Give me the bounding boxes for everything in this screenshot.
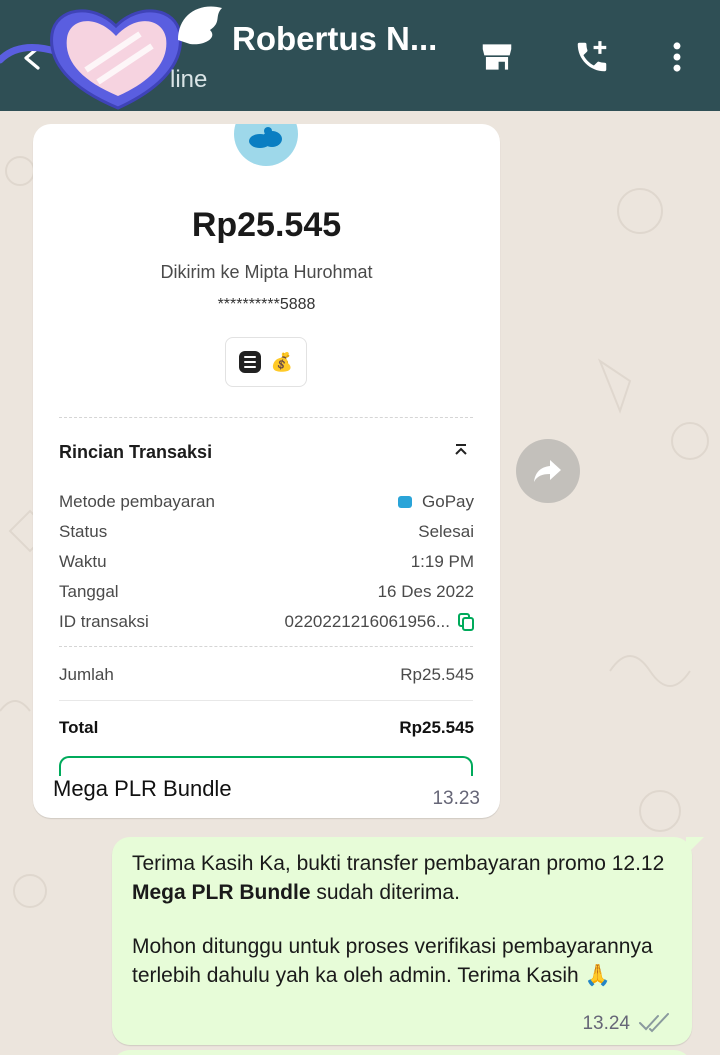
chat-header: Robertus N... line — [0, 0, 720, 111]
contact-status: line — [170, 66, 208, 93]
receipt-amount: Rp25.545 — [191, 206, 342, 244]
incoming-image-message[interactable]: Rp25.545 Dikirim ke Mipta Hurohmat *****… — [33, 124, 500, 818]
heart-sticker-icon — [0, 6, 222, 110]
forward-button[interactable] — [516, 439, 580, 503]
money-bag-icon: 💰 — [270, 352, 294, 372]
receipt-note-chip: 💰 — [225, 337, 307, 387]
forward-arrow-icon — [534, 460, 561, 482]
total-label: Total — [59, 718, 99, 737]
collapse-up-icon — [453, 442, 469, 460]
wallet-icon — [398, 496, 413, 508]
message-bold-text: Mega PLR Bundle — [132, 881, 311, 904]
image-caption: Mega PLR Bundle — [53, 776, 232, 801]
receipt-recipient: Dikirim ke Mipta Hurohmat — [160, 262, 373, 282]
message-paragraph-2: Mohon ditunggu untuk proses verifikasi p… — [132, 935, 653, 987]
row-value-payment-method: GoPay — [398, 492, 474, 512]
divider — [59, 646, 473, 647]
transaction-id-text: 0220221216061956... — [284, 612, 450, 631]
transaction-details-title: Rincian Transaksi — [59, 442, 213, 462]
message-text: Terima Kasih Ka, bukti transfer pembayar… — [132, 852, 665, 875]
row-label-payment-method: Metode pembayaran — [59, 492, 215, 511]
payment-method-text: GoPay — [422, 492, 474, 511]
row-value-amount: Rp25.545 — [400, 665, 474, 684]
more-vert-icon[interactable] — [656, 36, 698, 78]
receipt-button-edge — [59, 756, 473, 776]
note-icon — [238, 351, 261, 373]
copy-icon — [458, 613, 474, 631]
row-label-date: Tanggal — [59, 582, 119, 601]
incoming-timestamp: 13.23 — [432, 788, 480, 809]
add-call-icon[interactable] — [571, 36, 613, 78]
message-paragraph-1: Terima Kasih Ka, bukti transfer pembayar… — [132, 849, 672, 907]
store-icon[interactable] — [476, 36, 518, 78]
next-outgoing-message[interactable] — [112, 1050, 692, 1055]
outgoing-message[interactable]: Terima Kasih Ka, bukti transfer pembayar… — [112, 837, 704, 1045]
row-value-transaction-id: 0220221216061956... — [285, 612, 474, 632]
row-label-status: Status — [59, 522, 108, 541]
row-label-amount: Jumlah — [59, 665, 114, 684]
message-text: sudah diterima. — [310, 881, 460, 904]
total-value: Rp25.545 — [399, 718, 474, 737]
row-value-time: 1:19 PM — [410, 552, 474, 571]
divider — [59, 417, 473, 418]
outgoing-timestamp: 13.24 — [582, 1013, 630, 1034]
bubble-tail — [686, 837, 704, 855]
row-label-transaction-id: ID transaksi — [59, 612, 149, 631]
receipt-account-number: **********5888 — [217, 296, 316, 313]
row-value-status: Selesai — [418, 522, 474, 541]
gopay-logo-icon — [234, 124, 298, 166]
row-label-time: Waktu — [59, 552, 107, 571]
row-value-date: 16 Des 2022 — [377, 582, 474, 601]
divider — [59, 700, 473, 701]
payment-receipt-image[interactable]: Rp25.545 Dikirim ke Mipta Hurohmat *****… — [33, 124, 500, 776]
double-check-icon — [638, 1013, 670, 1033]
contact-name[interactable]: Robertus N... — [232, 20, 437, 58]
